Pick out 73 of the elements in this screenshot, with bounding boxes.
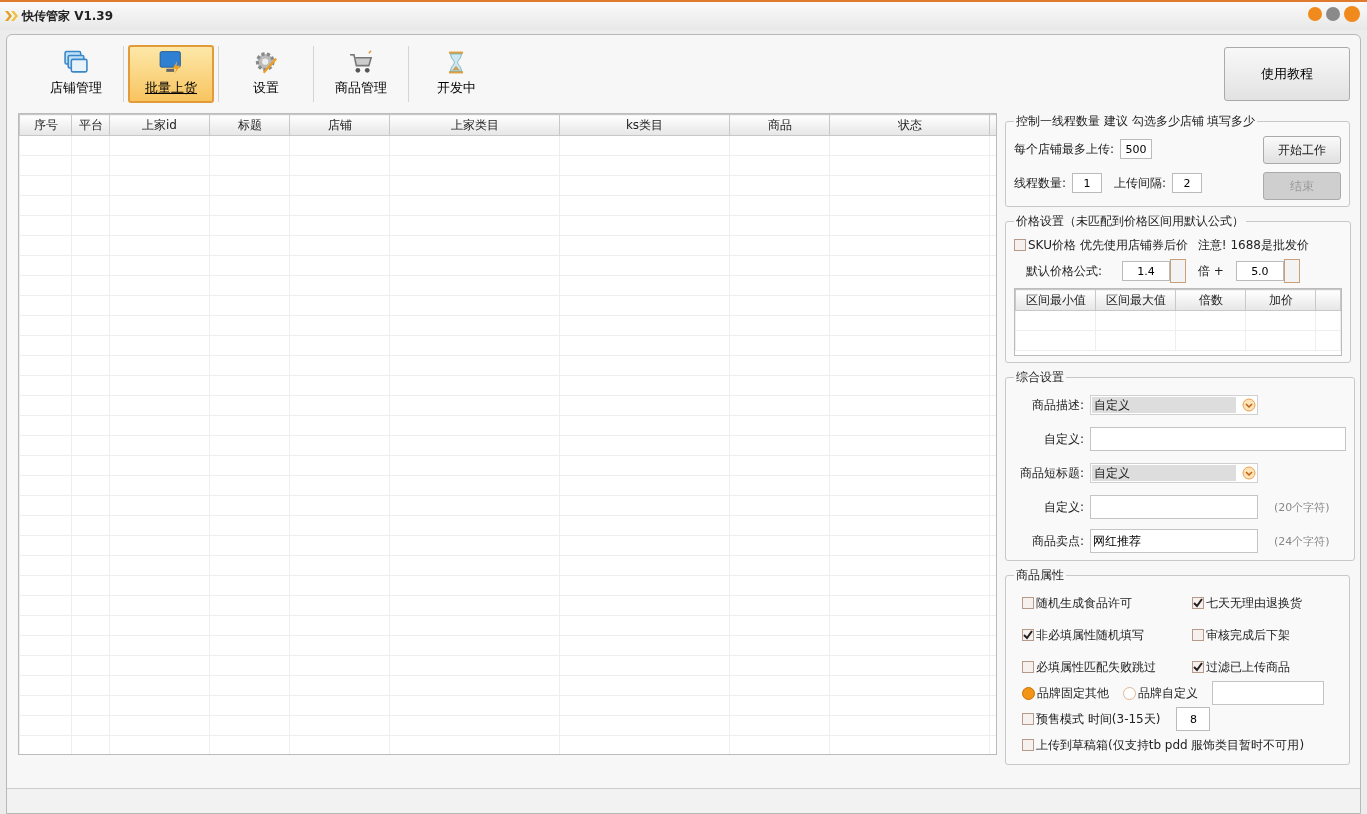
brand-field[interactable] xyxy=(1212,681,1324,705)
field-label: 自定义: xyxy=(1042,430,1084,448)
checkbox-label: 随机生成食品许可 xyxy=(1036,594,1132,612)
checkbox[interactable] xyxy=(1022,661,1034,673)
checkbox-label: 审核完成后下架 xyxy=(1206,626,1290,644)
addend-field[interactable]: 5.0 xyxy=(1235,261,1284,281)
checkbox-label: SKU价格 优先使用店铺券后价 xyxy=(1028,236,1188,254)
toolbar-button[interactable]: 商品管理 xyxy=(318,45,404,103)
text-field[interactable] xyxy=(1090,427,1346,451)
toolbar-button[interactable]: 开发中 xyxy=(413,45,499,103)
checkbox[interactable] xyxy=(1192,629,1204,641)
dropdown[interactable]: 自定义 xyxy=(1090,395,1258,415)
group-title: 综合设置 xyxy=(1015,369,1065,386)
field-label: 商品短标题: xyxy=(1018,464,1084,482)
char-limit-hint: (24个字符) xyxy=(1274,533,1330,549)
checkbox-label: 过滤已上传商品 xyxy=(1206,658,1290,676)
checkbox[interactable] xyxy=(1022,713,1034,725)
column-header[interactable]: 区间最小值 xyxy=(1015,289,1096,311)
checkbox[interactable] xyxy=(1192,597,1204,609)
column-header[interactable]: 标题 xyxy=(209,114,290,136)
radio-label: 品牌固定其他 xyxy=(1037,684,1109,702)
multiplier-field[interactable]: 1.4 xyxy=(1122,261,1170,281)
checkbox-label: 上传到草稿箱(仅支持tb pdd 服饰类目暂时不可用) xyxy=(1036,736,1305,754)
char-limit-hint: (20个字符) xyxy=(1274,499,1330,515)
group-title: 价格设置（未匹配到价格区间用默认公式） xyxy=(1015,213,1245,230)
tutorial-button[interactable]: 使用教程 xyxy=(1224,47,1350,101)
column-header[interactable]: 店铺 xyxy=(289,114,390,136)
checkbox[interactable] xyxy=(1022,629,1034,641)
column-header[interactable]: 加价 xyxy=(1245,289,1316,311)
checkbox-label: 必填属性匹配失败跳过 xyxy=(1036,658,1156,676)
column-header[interactable]: 商品 xyxy=(729,114,830,136)
toolbar-button[interactable]: 设置 xyxy=(223,45,309,103)
column-header[interactable]: 序号 xyxy=(19,114,72,136)
checkbox-label: 预售模式 时间(3-15天) xyxy=(1036,710,1161,728)
field-label: 默认价格公式: xyxy=(1026,262,1104,280)
checkbox[interactable] xyxy=(1014,239,1026,251)
group-title: 商品属性 xyxy=(1015,567,1065,584)
field-label: 线程数量: xyxy=(1014,174,1067,192)
price-note: 注意! 1688是批发价 xyxy=(1197,236,1309,254)
radio-button[interactable] xyxy=(1022,686,1035,700)
column-header[interactable]: 倍数 xyxy=(1175,289,1246,311)
field-label: 商品描述: xyxy=(1030,396,1084,414)
checkbox-label: 非必填属性随机填写 xyxy=(1036,626,1144,644)
checkbox[interactable] xyxy=(1192,661,1204,673)
formula-operator: 倍 + xyxy=(1198,262,1224,280)
checkbox-label: 七天无理由退换货 xyxy=(1206,594,1302,612)
start-button[interactable]: 开始工作 xyxy=(1263,136,1341,164)
column-header[interactable]: ks类目 xyxy=(559,114,730,136)
presale-days-field[interactable]: 8 xyxy=(1176,707,1211,731)
text-field[interactable] xyxy=(1090,495,1258,519)
field-label: 自定义: xyxy=(1042,498,1084,516)
field-label: 上传间隔: xyxy=(1114,174,1167,192)
dropdown[interactable]: 自定义 xyxy=(1090,463,1258,483)
toolbar-button[interactable]: 店铺管理 xyxy=(33,45,119,103)
text-field[interactable]: 网红推荐 xyxy=(1090,529,1258,553)
field-label: 每个店铺最多上传: xyxy=(1014,140,1115,158)
max-upload-field[interactable]: 500 xyxy=(1120,139,1153,159)
radio-label: 品牌自定义 xyxy=(1138,684,1198,702)
radio-button[interactable] xyxy=(1123,686,1136,700)
column-header[interactable]: 上家类目 xyxy=(389,114,560,136)
column-header[interactable]: 状态 xyxy=(829,114,990,136)
column-header[interactable]: 区间最大值 xyxy=(1095,289,1176,311)
checkbox[interactable] xyxy=(1022,739,1034,751)
column-header[interactable]: 上家id xyxy=(109,114,210,136)
toolbar-button[interactable]: 批量上货 xyxy=(128,45,214,103)
column-header[interactable]: 平台 xyxy=(71,114,110,136)
field-label: 商品卖点: xyxy=(1030,532,1084,550)
checkbox[interactable] xyxy=(1022,597,1034,609)
thread-count-field[interactable]: 1 xyxy=(1072,173,1103,193)
interval-field[interactable]: 2 xyxy=(1172,173,1203,193)
group-title: 控制一线程数量 建议 勾选多少店铺 填写多少 xyxy=(1015,113,1257,130)
window-title: 快传管家 V1.39 xyxy=(22,7,114,25)
app-logo-icon xyxy=(4,10,18,22)
